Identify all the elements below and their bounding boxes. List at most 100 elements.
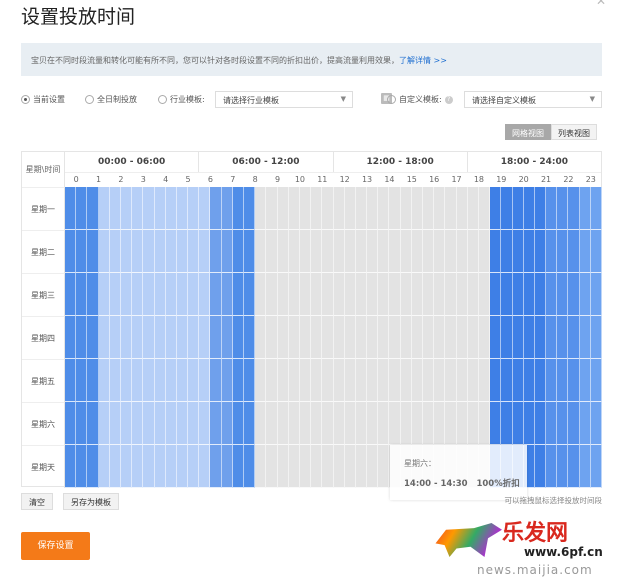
time-slot-cell[interactable]: [299, 273, 312, 316]
time-slot-cell[interactable]: [266, 273, 278, 316]
time-slot-cell[interactable]: [467, 402, 479, 445]
time-slot-cell[interactable]: [232, 316, 244, 359]
time-slot-cell[interactable]: [478, 402, 491, 445]
time-slot-cell[interactable]: [445, 359, 457, 402]
time-slot-cell[interactable]: [210, 187, 222, 230]
time-slot-cell[interactable]: [512, 316, 524, 359]
time-slot-cell[interactable]: [423, 273, 435, 316]
time-slot-cell[interactable]: [221, 402, 233, 445]
time-slot-cell[interactable]: [266, 445, 278, 488]
time-slot-cell[interactable]: [311, 445, 323, 488]
time-slot-cell[interactable]: [355, 316, 368, 359]
radio-icon[interactable]: [85, 95, 94, 104]
hour-label[interactable]: 15: [401, 172, 423, 187]
time-slot-cell[interactable]: [76, 316, 88, 359]
time-slot-cell[interactable]: [579, 273, 591, 316]
time-slot-cell[interactable]: [445, 230, 457, 273]
time-slot-cell[interactable]: [244, 445, 256, 488]
time-slot-cell[interactable]: [333, 273, 345, 316]
time-slot-cell[interactable]: [120, 402, 133, 445]
time-slot-cell[interactable]: [255, 445, 267, 488]
time-slot-cell[interactable]: [344, 402, 356, 445]
time-slot-cell[interactable]: [143, 273, 155, 316]
clear-button[interactable]: 清空: [21, 493, 53, 510]
time-slot-cell[interactable]: [344, 359, 356, 402]
time-slot-cell[interactable]: [154, 230, 166, 273]
time-slot-cell[interactable]: [288, 316, 300, 359]
time-slot-cell[interactable]: [143, 402, 155, 445]
time-slot-cell[interactable]: [546, 359, 558, 402]
time-slot-cell[interactable]: [199, 359, 211, 402]
time-slot-cell[interactable]: [367, 230, 379, 273]
hour-label[interactable]: 3: [132, 172, 154, 187]
time-slot-cell[interactable]: [176, 187, 189, 230]
time-slot-cell[interactable]: [423, 402, 435, 445]
time-slot-cell[interactable]: [98, 187, 110, 230]
time-slot-cell[interactable]: [244, 359, 256, 402]
time-slot-cell[interactable]: [188, 445, 200, 488]
time-slot-cell[interactable]: [255, 402, 267, 445]
time-slot-cell[interactable]: [165, 316, 177, 359]
time-slot-cell[interactable]: [132, 316, 144, 359]
time-slot-cell[interactable]: [120, 187, 133, 230]
time-slot-cell[interactable]: [512, 359, 524, 402]
time-slot-cell[interactable]: [568, 316, 580, 359]
time-slot-cell[interactable]: [411, 230, 423, 273]
time-slot-cell[interactable]: [98, 359, 110, 402]
time-slot-cell[interactable]: [311, 187, 323, 230]
time-slot-cell[interactable]: [221, 230, 233, 273]
time-slot-cell[interactable]: [232, 273, 244, 316]
time-slot-cell[interactable]: [557, 445, 569, 488]
time-slot-cell[interactable]: [546, 316, 558, 359]
time-slot-cell[interactable]: [109, 359, 121, 402]
day-label[interactable]: 星期一: [22, 187, 65, 230]
time-slot-cell[interactable]: [255, 359, 267, 402]
time-slot-cell[interactable]: [322, 316, 334, 359]
time-slot-cell[interactable]: [534, 273, 547, 316]
time-slot-cell[interactable]: [221, 187, 233, 230]
time-slot-cell[interactable]: [367, 316, 379, 359]
time-slot-cell[interactable]: [400, 273, 412, 316]
time-slot-cell[interactable]: [199, 187, 211, 230]
radio-industry[interactable]: 行业模板:: [158, 94, 205, 105]
time-slot-cell[interactable]: [478, 316, 491, 359]
time-slot-cell[interactable]: [389, 359, 401, 402]
time-slot-cell[interactable]: [445, 273, 457, 316]
time-slot-cell[interactable]: [568, 230, 580, 273]
time-slot-cell[interactable]: [255, 187, 267, 230]
hour-label[interactable]: 17: [445, 172, 467, 187]
time-slot-cell[interactable]: [266, 402, 278, 445]
time-slot-cell[interactable]: [199, 273, 211, 316]
time-slot-cell[interactable]: [109, 230, 121, 273]
hour-label[interactable]: 14: [378, 172, 400, 187]
time-slot-cell[interactable]: [109, 316, 121, 359]
time-slot-cell[interactable]: [322, 402, 334, 445]
time-slot-cell[interactable]: [478, 359, 491, 402]
time-slot-cell[interactable]: [132, 359, 144, 402]
hour-label[interactable]: 1: [87, 172, 109, 187]
time-slot-cell[interactable]: [367, 359, 379, 402]
time-slot-cell[interactable]: [411, 316, 423, 359]
time-slot-cell[interactable]: [232, 402, 244, 445]
time-slot-cell[interactable]: [244, 230, 256, 273]
hour-label[interactable]: 5: [177, 172, 199, 187]
time-slot-cell[interactable]: [456, 316, 468, 359]
time-slot-cell[interactable]: [579, 316, 591, 359]
time-slot-cell[interactable]: [244, 316, 256, 359]
radio-current[interactable]: 当前设置: [21, 94, 65, 105]
time-slot-cell[interactable]: [221, 316, 233, 359]
time-slot-cell[interactable]: [367, 187, 379, 230]
hour-label[interactable]: 11: [311, 172, 333, 187]
hour-label[interactable]: 0: [65, 172, 87, 187]
time-slot-cell[interactable]: [501, 402, 513, 445]
time-slot-cell[interactable]: [557, 187, 569, 230]
time-slot-cell[interactable]: [579, 402, 591, 445]
time-slot-cell[interactable]: [288, 187, 300, 230]
time-slot-cell[interactable]: [333, 359, 345, 402]
time-slot-cell[interactable]: [546, 273, 558, 316]
time-slot-cell[interactable]: [87, 273, 99, 316]
time-slot-cell[interactable]: [568, 187, 580, 230]
time-slot-cell[interactable]: [87, 359, 99, 402]
time-slot-cell[interactable]: [579, 359, 591, 402]
list-view-button[interactable]: 列表视图: [551, 124, 597, 140]
